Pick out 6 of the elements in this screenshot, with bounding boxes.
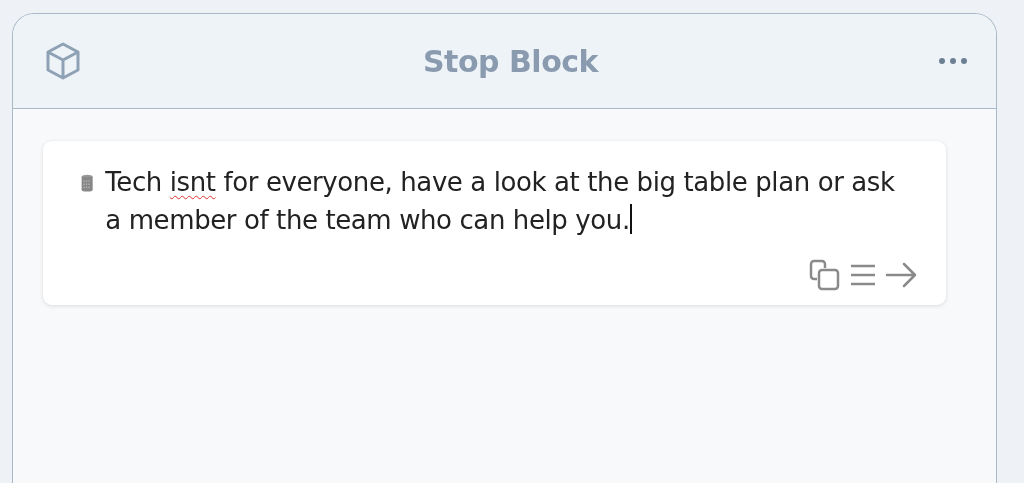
message-text[interactable]: Tech isnt for everyone, have a look at the big table plan or ask a member of the team who can help you. bbox=[105, 163, 918, 239]
panel-title: Stop Block bbox=[422, 43, 600, 79]
arrow-right-icon[interactable] bbox=[884, 262, 918, 288]
copy-icon[interactable] bbox=[808, 259, 842, 291]
more-icon[interactable] bbox=[938, 57, 968, 65]
list-icon[interactable] bbox=[848, 263, 878, 287]
